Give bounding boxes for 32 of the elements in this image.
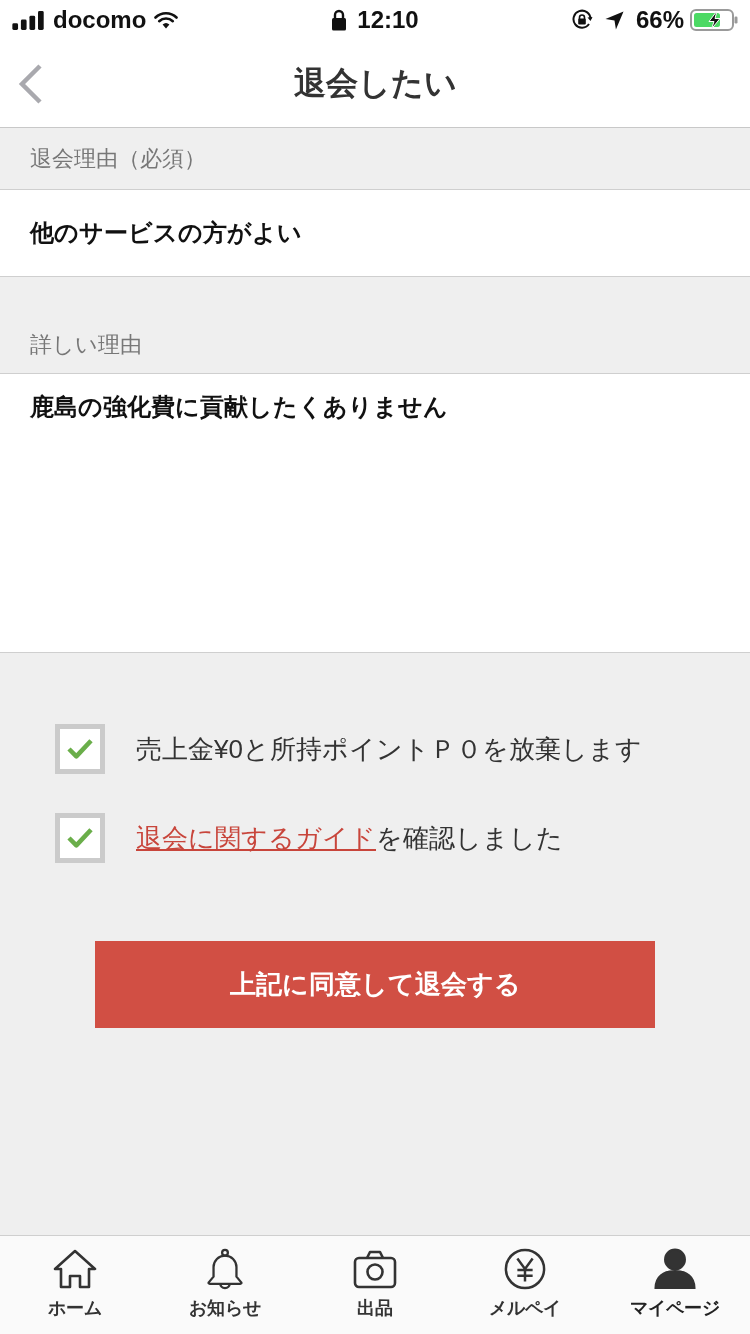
clock-time: 12:10 — [357, 6, 419, 34]
page-title: 退会したい — [293, 63, 457, 103]
tab[interactable]: マイページ — [600, 1236, 750, 1334]
check-icon — [66, 738, 94, 760]
camera-icon — [353, 1248, 397, 1290]
signal-icon — [12, 10, 45, 30]
person-icon — [653, 1248, 697, 1290]
checkbox[interactable] — [55, 813, 105, 863]
location-arrow-icon — [604, 10, 624, 30]
detail-reason-field[interactable]: 鹿島の強化費に貢献したくありません — [0, 374, 750, 653]
reason-label: 退会理由（必須） — [30, 144, 206, 173]
detail-label: 詳しい理由 — [30, 331, 142, 359]
tab[interactable]: メルペイ — [450, 1236, 600, 1334]
home-icon — [53, 1248, 97, 1290]
rotation-lock-icon — [570, 9, 593, 31]
check-icon — [66, 827, 94, 849]
yen-icon — [503, 1248, 547, 1290]
wifi-icon — [154, 11, 179, 29]
tab[interactable]: ホーム — [0, 1236, 150, 1334]
battery-percent: 66% — [635, 6, 684, 34]
guide-link[interactable]: 退会に関するガイド — [136, 822, 376, 853]
lock-icon — [331, 9, 348, 31]
agreement-text: 退会に関するガイド を確認しました — [136, 821, 563, 855]
carrier-name: docomo — [53, 6, 147, 34]
withdraw-button[interactable]: 上記に同意して退会する — [95, 941, 655, 1028]
tab[interactable]: お知らせ — [150, 1236, 300, 1334]
battery-icon — [690, 9, 738, 31]
agreement-text: 売上金¥0と所持ポイントＰ０を放棄します — [136, 732, 642, 766]
back-icon[interactable] — [18, 63, 44, 104]
tab[interactable]: 出品 — [300, 1236, 450, 1334]
reason-select[interactable]: 他のサービスの方がよい — [0, 190, 750, 277]
checkbox[interactable] — [55, 724, 105, 774]
